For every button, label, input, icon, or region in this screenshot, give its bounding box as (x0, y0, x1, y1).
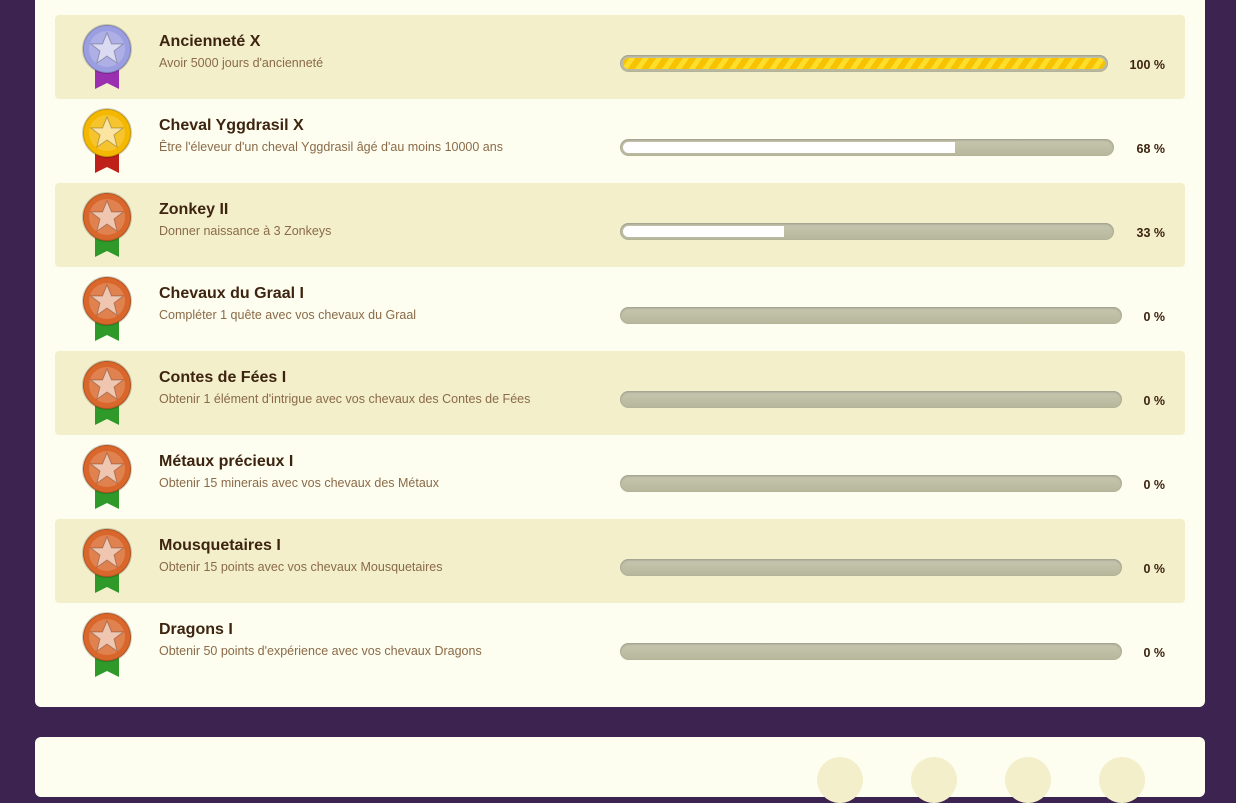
achievement-row: Zonkey II Donner naissance à 3 Zonkeys 33 … (55, 183, 1185, 267)
achievement-description: Obtenir 15 points avec vos chevaux Mousq… (159, 560, 443, 574)
progress-percent: 68 % (1136, 142, 1166, 156)
achievement-row: Cheval Yggdrasil X Être l'éleveur d'un ch… (55, 99, 1185, 183)
progress-fill (623, 58, 1105, 69)
progress-percent: 0 % (1143, 562, 1165, 576)
medal-bronze-icon (82, 360, 132, 425)
achievements-panel: Ancienneté X Avoir 5000 jours d'anciennet… (35, 0, 1205, 707)
achievement-description: Obtenir 50 points d'expérience avec vos … (159, 644, 482, 658)
achievement-description: Être l'éleveur d'un cheval Yggdrasil âgé… (159, 140, 503, 154)
achievement-row: Métaux précieux I Obtenir 15 minerais ave… (55, 435, 1185, 519)
achievement-row: Ancienneté X Avoir 5000 jours d'anciennet… (55, 15, 1185, 99)
medal-platinum-icon (82, 24, 132, 89)
achievement-description: Obtenir 15 minerais avec vos chevaux des… (159, 476, 439, 490)
progress-bar (620, 139, 1114, 156)
achievement-list: Ancienneté X Avoir 5000 jours d'anciennet… (55, 15, 1185, 687)
nav-circle-button[interactable] (911, 757, 957, 803)
achievement-title: Métaux précieux I (159, 453, 294, 470)
progress-fill (623, 142, 955, 153)
progress-bar (620, 307, 1122, 324)
nav-circle-button[interactable] (817, 757, 863, 803)
nav-circle-button[interactable] (1005, 757, 1051, 803)
achievement-row: Contes de Fées I Obtenir 1 élément d'intr… (55, 351, 1185, 435)
progress-percent: 0 % (1143, 646, 1165, 660)
achievement-row: Dragons I Obtenir 50 points d'expérience … (55, 603, 1185, 687)
medal-gold-icon (82, 108, 132, 173)
achievement-description: Avoir 5000 jours d'ancienneté (159, 56, 324, 70)
progress-bar (620, 391, 1122, 408)
achievement-title: Cheval Yggdrasil X (159, 117, 304, 134)
achievement-description: Compléter 1 quête avec vos chevaux du Gr… (159, 308, 417, 322)
achievement-description: Donner naissance à 3 Zonkeys (159, 224, 332, 238)
progress-percent: 0 % (1143, 310, 1165, 324)
progress-bar (620, 475, 1122, 492)
medal-bronze-icon (82, 192, 132, 257)
progress-percent: 0 % (1143, 478, 1165, 492)
achievement-title: Mousquetaires I (159, 537, 281, 554)
achievement-row: Mousquetaires I Obtenir 15 points avec vo… (55, 519, 1185, 603)
medal-bronze-icon (82, 612, 132, 677)
progress-percent: 100 % (1129, 58, 1165, 72)
medal-bronze-icon (82, 528, 132, 593)
achievement-title: Dragons I (159, 621, 233, 638)
achievement-description: Obtenir 1 élément d'intrigue avec vos ch… (159, 392, 531, 406)
bottom-panel (35, 737, 1205, 803)
achievement-title: Chevaux du Graal I (159, 285, 304, 302)
achievement-title: Ancienneté X (159, 33, 261, 50)
progress-bar (620, 559, 1122, 576)
progress-bar (620, 55, 1108, 72)
achievement-title: Zonkey II (159, 201, 229, 218)
progress-percent: 33 % (1136, 226, 1166, 240)
achievement-row: Chevaux du Graal I Compléter 1 quête avec… (55, 267, 1185, 351)
medal-bronze-icon (82, 444, 132, 509)
progress-bar (620, 643, 1122, 660)
progress-bar (620, 223, 1114, 240)
nav-circle-button[interactable] (1099, 757, 1145, 803)
progress-percent: 0 % (1143, 394, 1165, 408)
medal-bronze-icon (82, 276, 132, 341)
achievement-title: Contes de Fées I (159, 369, 287, 386)
progress-fill (623, 226, 785, 237)
